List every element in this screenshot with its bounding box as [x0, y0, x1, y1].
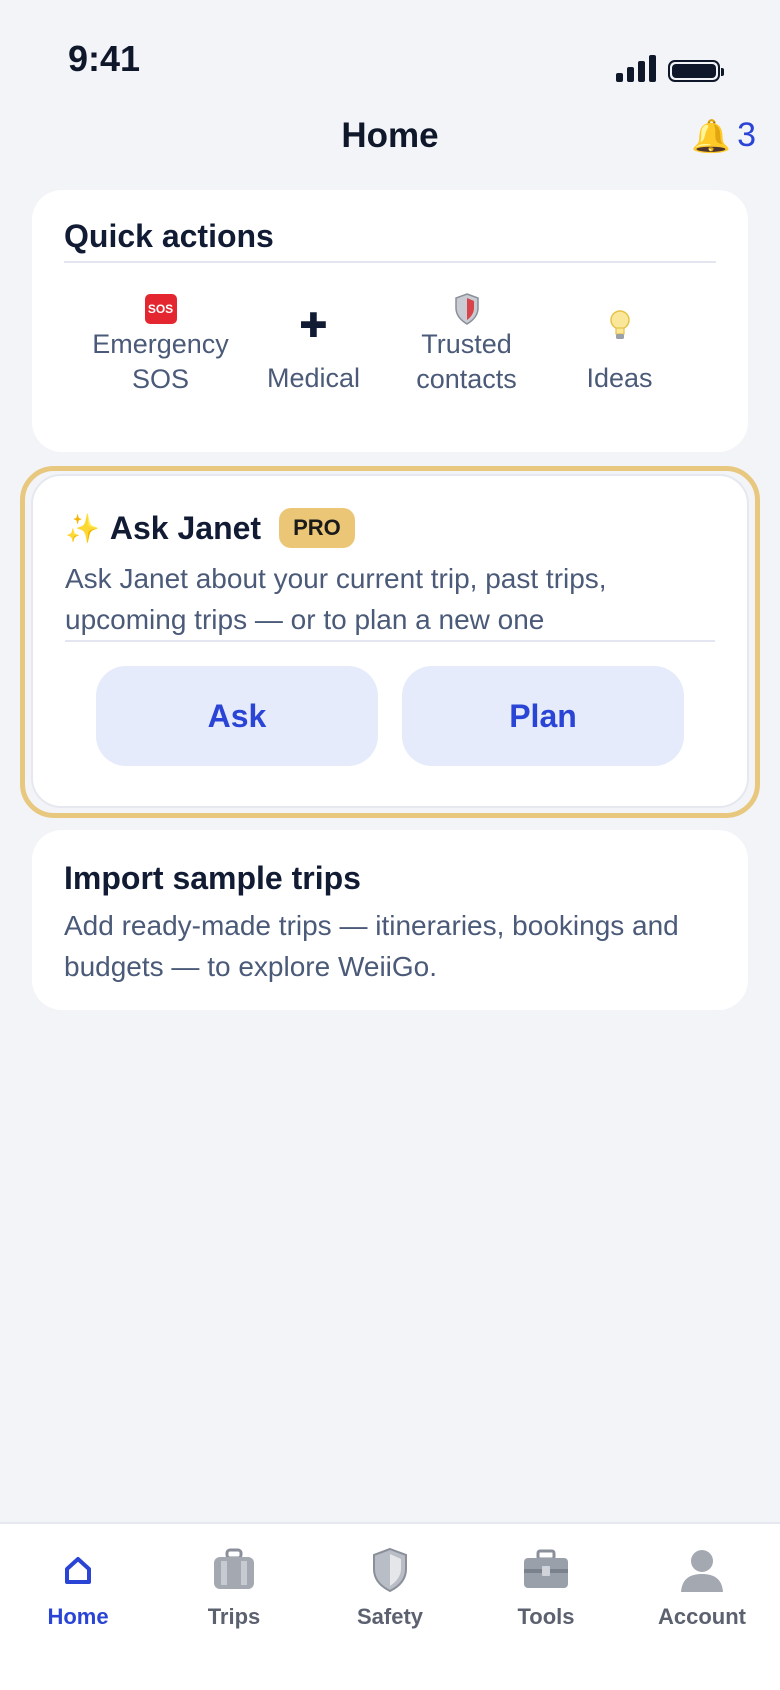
tab-label: Home — [47, 1604, 109, 1629]
quick-action-medical[interactable]: ✚ Medical — [239, 291, 389, 397]
tab-label: Trips — [207, 1604, 261, 1629]
quick-action-ideas[interactable]: Ideas — [545, 291, 695, 397]
status-time: 9:41 — [68, 38, 141, 79]
quick-action-label: Medical — [266, 363, 361, 393]
tab-safety[interactable]: Safety — [312, 1524, 468, 1690]
quick-action-label: Emergency SOS — [92, 329, 229, 394]
battery-icon — [668, 60, 724, 82]
ask-button[interactable]: Ask — [96, 666, 378, 766]
tab-bar: Home Trips Safety Tools Account — [0, 1522, 780, 1690]
quick-actions-row: SOS Emergency SOS ✚ Medical Trusted cont… — [64, 291, 716, 397]
home-icon — [63, 1540, 93, 1600]
tab-tools[interactable]: Tools — [468, 1524, 624, 1690]
signal-icon — [616, 54, 656, 82]
shield-icon — [454, 291, 480, 327]
bell-icon: 🔔 — [691, 117, 732, 154]
import-sample-trips-card[interactable]: Import sample trips Add ready-made trips… — [32, 830, 748, 1010]
quick-action-label: Ideas — [586, 363, 653, 393]
quick-action-label: Trusted contacts — [416, 329, 517, 394]
sparkles-icon: ✨ — [65, 512, 100, 544]
tab-label: Account — [658, 1604, 746, 1629]
lightbulb-icon — [608, 291, 632, 361]
notification-count: 3 — [737, 116, 756, 154]
notifications-button[interactable]: 🔔 3 — [691, 116, 756, 155]
import-title: Import sample trips — [64, 860, 361, 896]
status-bar: 9:41 — [0, 0, 780, 110]
divider — [64, 261, 716, 263]
sos-icon: SOS — [144, 294, 177, 324]
plan-button[interactable]: Plan — [402, 666, 684, 766]
medical-cross-icon: ✚ — [299, 307, 328, 345]
toolbox-icon — [522, 1540, 570, 1600]
import-description: Add ready-made trips — itineraries, book… — [64, 910, 679, 982]
tab-home[interactable]: Home — [0, 1524, 156, 1690]
page-title: Home — [341, 116, 439, 155]
tab-account[interactable]: Account — [624, 1524, 780, 1690]
tab-label: Safety — [356, 1604, 424, 1629]
quick-actions-card: Quick actions SOS Emergency SOS ✚ Medica… — [32, 190, 748, 452]
pro-badge: PRO — [279, 508, 355, 548]
quick-action-trusted-contacts[interactable]: Trusted contacts — [392, 291, 542, 397]
shield-icon — [371, 1540, 409, 1600]
quick-action-emergency-sos[interactable]: SOS Emergency SOS — [86, 291, 236, 397]
status-icons — [616, 54, 724, 82]
ask-janet-card: ✨ Ask Janet PRO Ask Janet about your cur… — [31, 474, 749, 808]
ask-janet-title: Ask Janet — [109, 509, 262, 546]
quick-actions-title: Quick actions — [64, 218, 274, 254]
ask-janet-description: Ask Janet about your current trip, past … — [65, 563, 607, 635]
person-icon — [679, 1540, 725, 1600]
luggage-icon — [211, 1540, 257, 1600]
ask-janet-title-row: ✨ Ask Janet PRO — [65, 508, 715, 548]
tab-label: Tools — [517, 1604, 575, 1629]
divider — [65, 640, 715, 642]
tab-trips[interactable]: Trips — [156, 1524, 312, 1690]
ask-janet-buttons: Ask Plan — [65, 666, 715, 766]
header: Home 🔔 3 — [0, 110, 780, 170]
